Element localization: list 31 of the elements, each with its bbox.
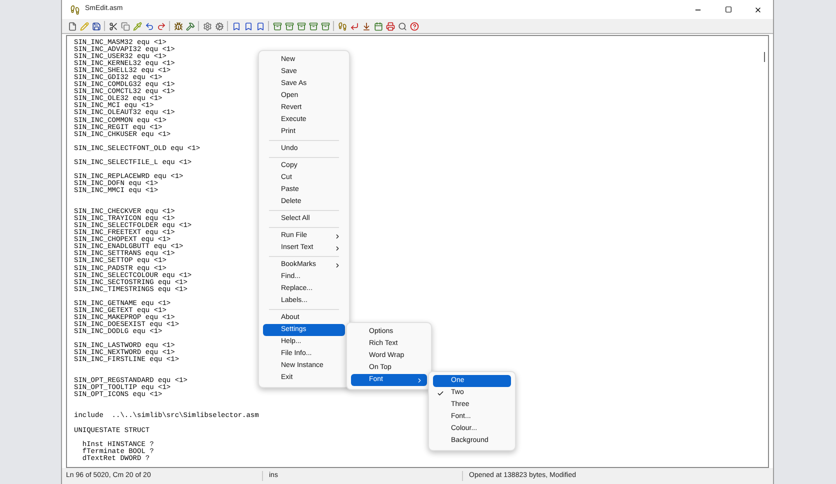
archive-icon[interactable] [272, 21, 282, 31]
close-icon [754, 6, 762, 14]
help-icon[interactable] [409, 21, 419, 31]
cog-icon[interactable] [214, 21, 224, 31]
down-arrow-icon[interactable] [361, 21, 371, 31]
bookmark-icon[interactable] [231, 21, 241, 31]
save-icon[interactable] [91, 21, 101, 31]
maximize-icon [724, 6, 732, 13]
scissors-icon[interactable] [108, 21, 118, 31]
calendar-icon[interactable] [373, 21, 383, 31]
redo-icon[interactable] [156, 21, 166, 31]
archive-icon[interactable] [320, 21, 330, 31]
copy-icon[interactable] [120, 21, 130, 31]
scrollbar-thumb[interactable] [764, 52, 765, 62]
search-icon[interactable] [397, 21, 407, 31]
archive-icon[interactable] [284, 21, 294, 31]
footprints-icon [70, 4, 80, 14]
bug-icon[interactable] [173, 21, 183, 31]
printer-icon[interactable] [385, 21, 395, 31]
pipette-icon[interactable] [132, 21, 142, 31]
archive-icon[interactable] [296, 21, 306, 31]
undo-icon[interactable] [144, 21, 154, 31]
return-arrow-icon[interactable] [349, 21, 359, 31]
archive-icon[interactable] [308, 21, 318, 31]
hammer-icon[interactable] [185, 21, 195, 31]
check-icon [437, 390, 444, 396]
gear-icon[interactable] [202, 21, 212, 31]
new-file-icon[interactable] [67, 21, 77, 31]
bookmark-icon[interactable] [255, 21, 265, 31]
footprints-icon[interactable] [337, 21, 347, 31]
bookmark-icon[interactable] [243, 21, 253, 31]
